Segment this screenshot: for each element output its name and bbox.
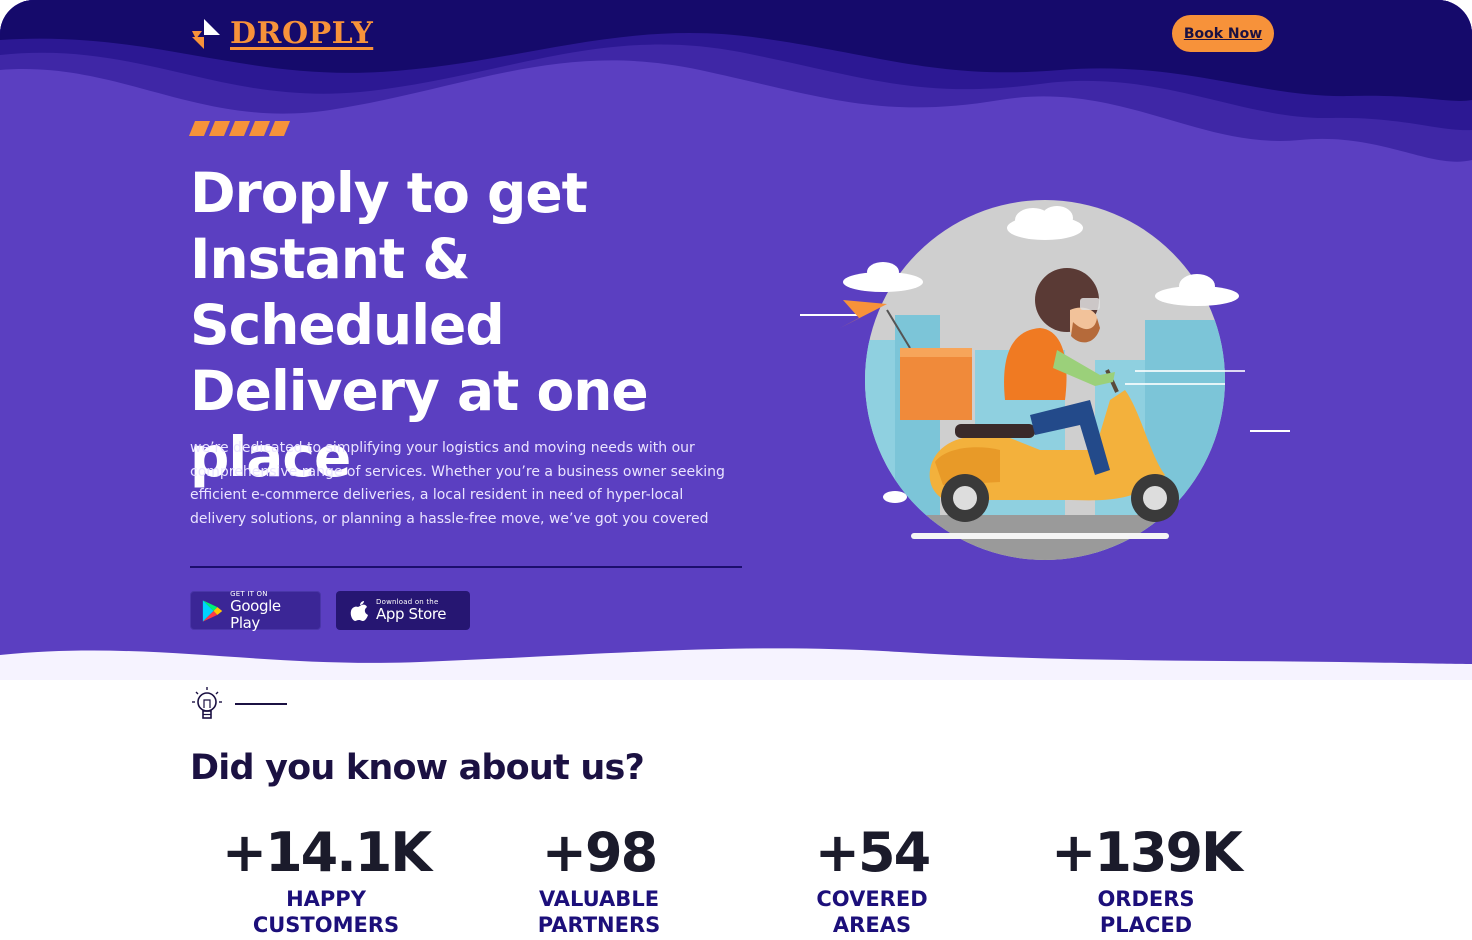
stat-valuable-partners: +98 VALUABLE PARTNERS <box>469 822 729 938</box>
google-play-icon <box>202 599 223 622</box>
stat-label-line2: CUSTOMERS <box>252 913 400 937</box>
stat-happy-customers: +14.1K HAPPY CUSTOMERS <box>196 822 456 938</box>
stat-orders-placed: +139K ORDERS PLACED <box>1016 822 1276 938</box>
hero-section: DROPLY Book Now Droply to get Instant & … <box>0 0 1472 680</box>
stat-label-line1: HAPPY <box>286 887 366 911</box>
stat-covered-areas: +54 COVERED AREAS <box>742 822 1002 938</box>
stat-value: +98 <box>541 821 658 884</box>
decorative-stripes <box>188 121 291 136</box>
about-section-title: Did you know about us? <box>190 748 645 788</box>
book-now-button[interactable]: Book Now <box>1172 15 1274 52</box>
lightbulb-icon <box>192 687 222 719</box>
stat-label-line2: PARTNERS <box>537 913 661 937</box>
stat-value: +54 <box>814 821 931 884</box>
hero-description: we’re dedicated to simplifying your logi… <box>190 440 725 527</box>
stat-label: ORDERS PLACED <box>1016 886 1276 938</box>
stat-value: +14.1K <box>221 821 432 884</box>
logo-arrow-icon <box>192 18 220 49</box>
stat-label: HAPPY CUSTOMERS <box>196 886 456 938</box>
stat-label-line2: AREAS <box>832 913 912 937</box>
hero-divider <box>190 566 742 568</box>
apple-icon <box>350 600 368 621</box>
delivery-scooter-illustration <box>800 200 1290 560</box>
brand-logo[interactable]: DROPLY <box>190 16 373 51</box>
stat-label-line2: PLACED <box>1099 913 1193 937</box>
stat-label-line1: ORDERS <box>1097 887 1195 911</box>
landing-page: DROPLY Book Now Droply to get Instant & … <box>0 0 1472 940</box>
section-accent-line <box>235 703 287 705</box>
app-store-button[interactable]: Download on the App Store <box>336 591 470 630</box>
stat-label: VALUABLE PARTNERS <box>469 886 729 938</box>
stat-label-line1: VALUABLE <box>538 887 660 911</box>
google-play-button[interactable]: GET IT ON Google Play <box>190 590 321 632</box>
google-play-big-text: Google Play <box>230 596 281 632</box>
app-store-big-text: App Store <box>376 605 447 623</box>
stat-label-line1: COVERED <box>816 887 928 911</box>
stat-value: +139K <box>1051 821 1243 884</box>
brand-name: DROPLY <box>230 16 374 51</box>
stat-label: COVERED AREAS <box>742 886 1002 938</box>
